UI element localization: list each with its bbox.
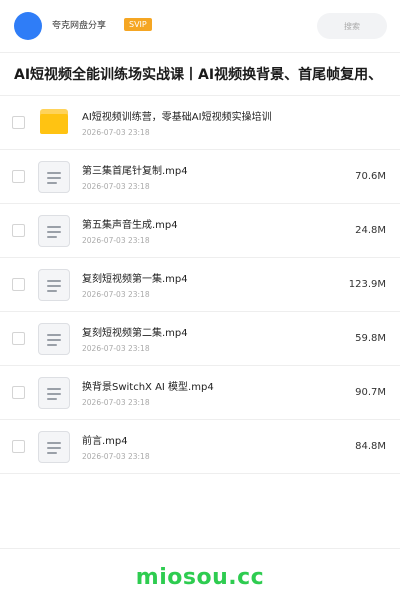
select-checkbox[interactable] (12, 278, 25, 291)
file-name: 复刻短视频第一集.mp4 (82, 274, 188, 285)
file-name: 第三集首尾针复制.mp4 (82, 166, 188, 177)
header: 夸克网盘分享 SVIP (0, 0, 400, 52)
document-icon (38, 215, 70, 247)
document-icon (38, 377, 70, 409)
select-checkbox[interactable] (12, 170, 25, 183)
document-icon (38, 323, 70, 355)
file-date: 2026-07-03 23:18 (82, 128, 150, 137)
file-size: 24.8M (355, 225, 386, 236)
folder-icon (40, 109, 68, 134)
file-size: 90.7M (355, 387, 386, 398)
watermark: miosou.cc (135, 565, 265, 590)
select-checkbox[interactable] (12, 116, 25, 129)
file-date: 2026-07-03 23:18 (82, 452, 150, 461)
document-icon (38, 269, 70, 301)
svip-badge: SVIP (124, 18, 152, 31)
list-item[interactable]: 第三集首尾针复制.mp4 2026-07-03 23:18 70.6M (0, 150, 400, 204)
select-checkbox[interactable] (12, 386, 25, 399)
select-checkbox[interactable] (12, 440, 25, 453)
list-item[interactable]: 换背景SwitchX AI 模型.mp4 2026-07-03 23:18 90… (0, 366, 400, 420)
file-date: 2026-07-03 23:18 (82, 398, 150, 407)
file-date: 2026-07-03 23:18 (82, 182, 150, 191)
file-size: 59.8M (355, 333, 386, 344)
search-input[interactable] (317, 13, 387, 39)
document-icon (38, 161, 70, 193)
list-item[interactable]: 前言.mp4 2026-07-03 23:18 84.8M (0, 420, 400, 474)
list-item[interactable]: 第五集声音生成.mp4 2026-07-03 23:18 24.8M (0, 204, 400, 258)
file-name: 第五集声音生成.mp4 (82, 220, 178, 231)
file-name: AI短视频训练营，零基础AI短视频实操培训 (82, 112, 272, 123)
select-checkbox[interactable] (12, 224, 25, 237)
list-item[interactable]: 复刻短视频第二集.mp4 2026-07-03 23:18 59.8M (0, 312, 400, 366)
list-item-folder[interactable]: AI短视频训练营，零基础AI短视频实操培训 2026-07-03 23:18 (0, 96, 400, 150)
file-size: 84.8M (355, 441, 386, 452)
document-icon (38, 431, 70, 463)
header-divider (0, 52, 400, 53)
avatar[interactable] (14, 12, 42, 40)
username: 夸克网盘分享 (52, 21, 107, 31)
file-name: 前言.mp4 (82, 436, 128, 447)
page-title: AI短视频全能训练场实战课丨AI视频换背景、首尾帧复用、 (14, 67, 383, 83)
file-date: 2026-07-03 23:18 (82, 344, 150, 353)
file-size: 123.9M (348, 279, 386, 290)
file-list: AI短视频训练营，零基础AI短视频实操培训 2026-07-03 23:18 第… (0, 96, 400, 474)
file-date: 2026-07-03 23:18 (82, 236, 150, 245)
file-size: 70.6M (355, 171, 386, 182)
file-date: 2026-07-03 23:18 (82, 290, 150, 299)
file-name: 复刻短视频第二集.mp4 (82, 328, 188, 339)
select-checkbox[interactable] (12, 332, 25, 345)
file-name: 换背景SwitchX AI 模型.mp4 (82, 382, 214, 393)
list-item[interactable]: 复刻短视频第一集.mp4 2026-07-03 23:18 123.9M (0, 258, 400, 312)
footer-divider (0, 548, 400, 549)
